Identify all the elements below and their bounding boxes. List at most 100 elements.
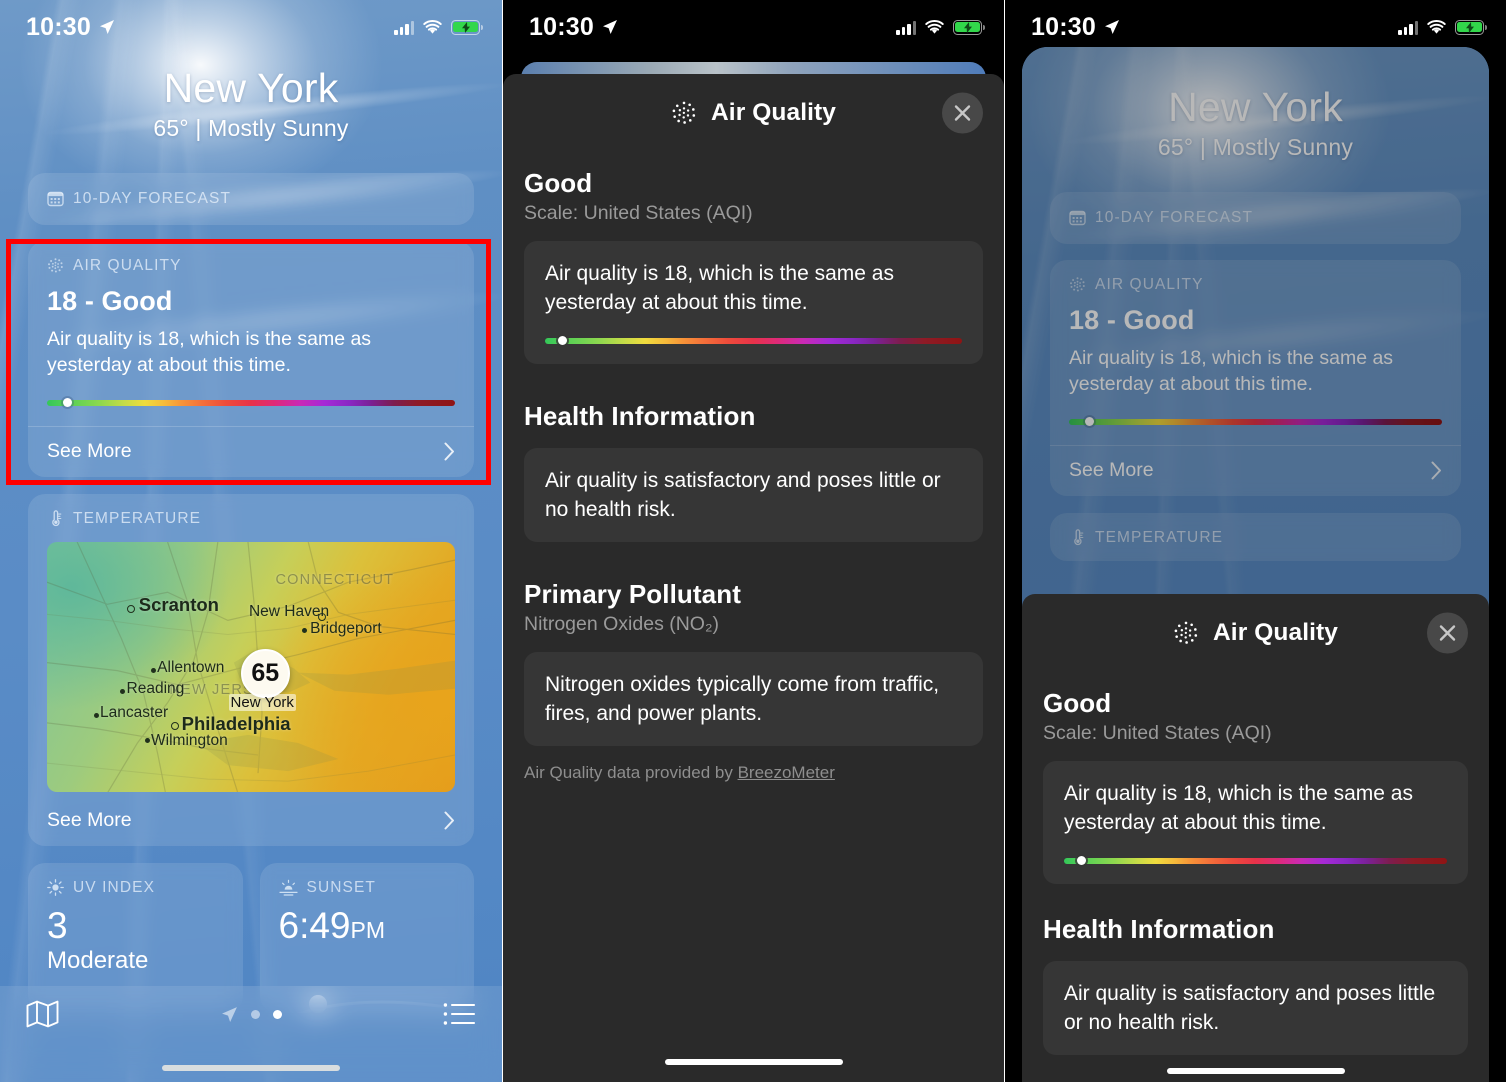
aqi-gradient-bar — [545, 337, 962, 344]
aqi-summary-text: Air quality is 18, which is the same as … — [1064, 782, 1413, 834]
primary-pollutant-box: Nitrogen oxides typically come from traf… — [524, 651, 983, 746]
map-place-label: Lancaster — [100, 704, 169, 722]
status-bar-left: 10:30 — [1031, 13, 1120, 42]
chevron-right-icon — [444, 442, 454, 461]
status-bar: 10:30 — [503, 0, 1004, 54]
sunset-card-head: SUNSET — [278, 878, 456, 897]
map-place-label: Scranton — [138, 594, 219, 616]
air-quality-card-label: AIR QUALITY — [73, 256, 182, 274]
location-arrow-icon — [602, 20, 617, 34]
temperature-see-more-label: See More — [47, 808, 132, 831]
aqi-scale — [545, 336, 962, 347]
health-info-heading: Health Information — [524, 400, 756, 431]
map-place-marker — [144, 737, 150, 743]
temperature-card-head: TEMPERATURE — [47, 510, 455, 528]
aqi-scale-name: Scale: United States (AQI) — [524, 202, 753, 224]
aqi-scale-marker — [1077, 856, 1086, 866]
status-bar: 10:30 — [0, 0, 502, 54]
chevron-right-icon — [444, 811, 454, 830]
status-bar: 10:30 — [1005, 0, 1506, 54]
map-place-marker — [126, 605, 135, 614]
status-bar-right — [1398, 19, 1487, 35]
location-arrow-icon[interactable] — [221, 1006, 238, 1023]
uv-index-value: 3 — [47, 904, 68, 946]
air-quality-sheet: Air Quality Good Scale: United States (A… — [1022, 594, 1489, 1082]
temperature-see-more[interactable]: See More — [47, 792, 455, 832]
close-button[interactable] — [1427, 612, 1468, 654]
wifi-icon — [1427, 19, 1446, 34]
map-place-label: New Haven — [248, 602, 330, 620]
weather-cards: 10-DAY FORECAST AIR QUALITY 18 - Good Ai… — [0, 172, 502, 1013]
sheet-title: Air Quality — [1213, 619, 1338, 646]
aqi-scale — [1064, 856, 1447, 867]
status-bar-right — [394, 19, 483, 35]
uv-index-level: Moderate — [47, 947, 149, 975]
map-place-label: Bridgeport — [310, 620, 382, 638]
home-indicator — [664, 1059, 843, 1065]
map-place-label: Allentown — [157, 659, 225, 677]
sheet-title-group: Air Quality — [1173, 619, 1338, 647]
sun-icon — [47, 879, 64, 896]
sunset-meridiem: PM — [350, 916, 386, 943]
sheet-header: Air Quality — [503, 74, 1004, 152]
page-dot-active[interactable] — [272, 1010, 282, 1019]
close-x-icon — [954, 105, 971, 121]
aqi-scale-marker — [558, 336, 567, 346]
tab-bar — [0, 986, 502, 1082]
air-quality-card-head: AIR QUALITY — [47, 257, 455, 275]
map-place-marker — [171, 721, 180, 730]
aqi-rating: Good — [524, 168, 593, 198]
health-info-box: Air quality is satisfactory and poses li… — [524, 447, 983, 542]
air-quality-sheet: Air Quality Good Scale: United States (A… — [503, 74, 1004, 1082]
current-conditions: 65° | Mostly Sunny — [153, 114, 349, 141]
health-info-heading: Health Information — [1043, 913, 1275, 944]
close-x-icon — [1439, 625, 1456, 641]
data-provider-note: Air Quality data provided by BreezoMeter — [524, 763, 983, 783]
map-place-marker — [93, 712, 99, 718]
provider-link[interactable]: BreezoMeter — [738, 763, 835, 782]
air-quality-card[interactable]: AIR QUALITY 18 - Good Air quality is 18,… — [28, 240, 474, 477]
map-place-label: Wilmington — [151, 731, 228, 749]
air-quality-see-more-label: See More — [47, 439, 132, 462]
battery-charging-icon — [1455, 19, 1487, 35]
list-bullet-icon[interactable] — [443, 1000, 476, 1028]
thermometer-icon — [52, 510, 62, 527]
home-indicator — [162, 1065, 340, 1071]
sunset-card-label: SUNSET — [306, 878, 376, 896]
panel-air-quality-sheet: 10:30 Air Quality Good Scale: United Sta… — [502, 0, 1004, 1082]
location-arrow-icon — [99, 20, 114, 34]
aqi-summary-box: Air quality is 18, which is the same as … — [524, 241, 983, 364]
map-icon[interactable] — [26, 1000, 59, 1028]
status-time: 10:30 — [26, 12, 91, 41]
forecast-card-label: 10-DAY FORECAST — [73, 189, 232, 207]
temperature-card[interactable]: TEMPERATURE — [28, 493, 474, 846]
aqi-rating: Good — [1043, 688, 1112, 718]
cellular-bars-icon — [394, 20, 414, 35]
aqi-gradient-bar — [47, 399, 455, 406]
weather-header: New York 65° | Mostly Sunny — [0, 54, 502, 142]
forecast-card[interactable]: 10-DAY FORECAST — [28, 172, 474, 225]
sheet-body: Good Scale: United States (AQI) Air qual… — [1022, 672, 1489, 1082]
sheet-body: Good Scale: United States (AQI) Air qual… — [503, 152, 1004, 783]
air-quality-dots-icon — [1174, 621, 1198, 644]
page-dot[interactable] — [250, 1010, 260, 1019]
close-button[interactable] — [942, 92, 983, 134]
status-bar-right — [896, 19, 985, 35]
temperature-map[interactable]: CONNECTICUT NEW JERSEY Scranton New Have… — [47, 541, 455, 792]
sheet-header: Air Quality — [1022, 594, 1489, 672]
air-quality-see-more[interactable]: See More — [47, 427, 455, 463]
aqi-gradient-bar — [1064, 857, 1447, 864]
aqi-scale-marker — [63, 398, 72, 408]
primary-pollutant-name: Nitrogen Oxides (NO₂) — [524, 612, 720, 635]
wifi-icon — [423, 19, 442, 34]
air-quality-dots-icon — [48, 258, 63, 273]
device-screen: New York 65° | Mostly Sunny 10-DAY FOREC… — [1022, 47, 1489, 1082]
cellular-bars-icon — [1398, 20, 1418, 35]
status-time: 10:30 — [529, 12, 594, 41]
map-current-label: New York — [228, 694, 296, 712]
status-bar-left: 10:30 — [26, 13, 115, 42]
city-name: New York — [163, 65, 339, 111]
provider-prefix: Air Quality data provided by — [524, 762, 738, 782]
sheet-title-group: Air Quality — [671, 99, 836, 127]
screenshot-stage: 10:30 New York 65° | Mostly Sunny 10-DAY… — [0, 0, 1507, 1082]
